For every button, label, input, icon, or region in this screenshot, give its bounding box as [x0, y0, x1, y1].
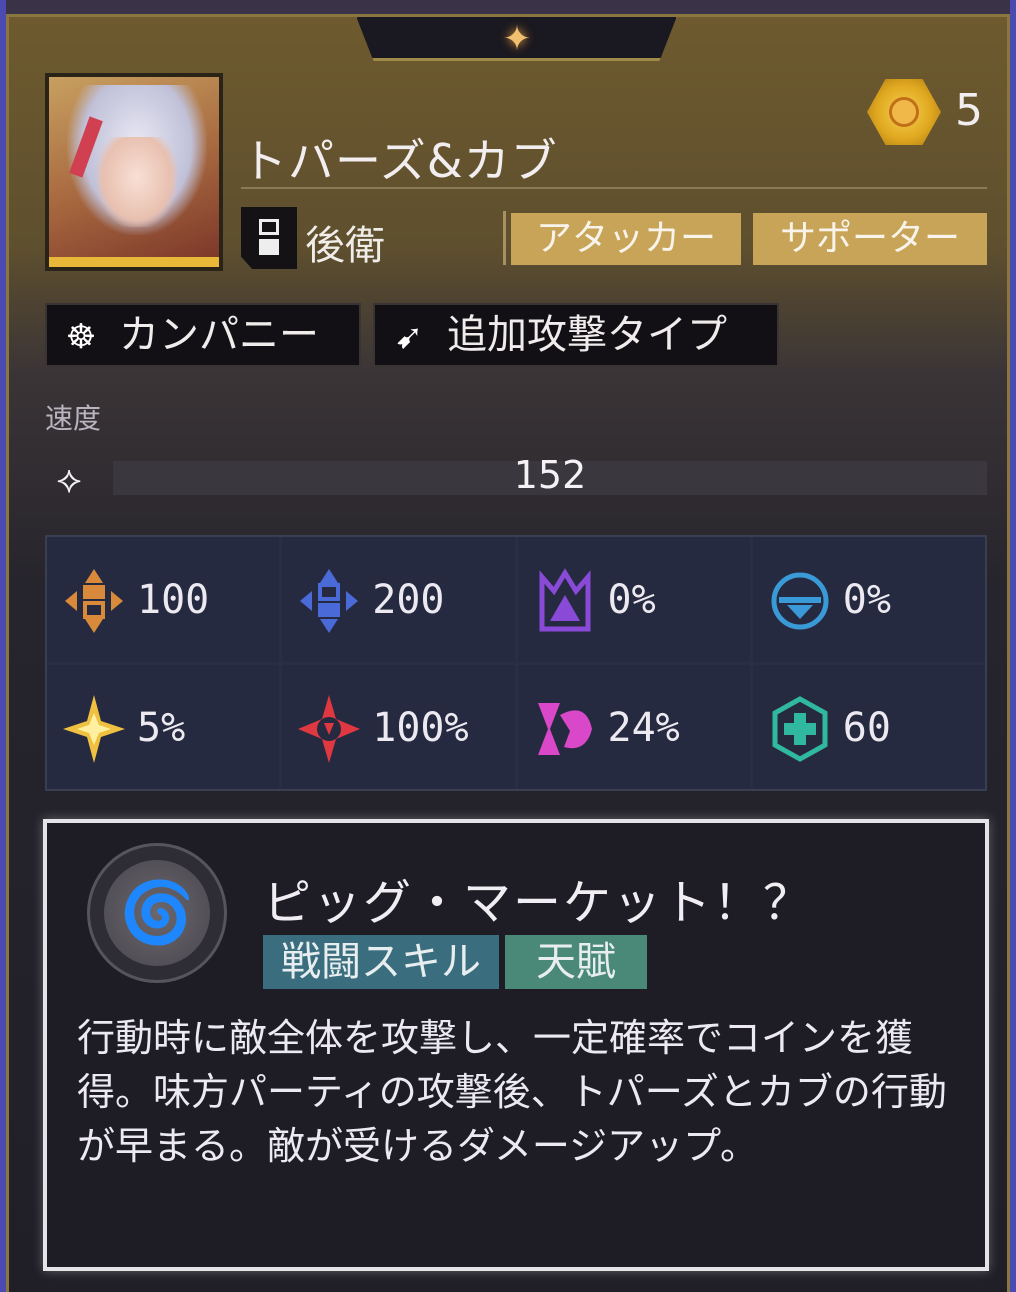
heal-icon	[772, 695, 828, 762]
skill-name: ピッグ・マーケット！？	[263, 875, 814, 931]
stats-grid: 100 200 0% 0% 5% 100% 24% 60	[45, 535, 987, 791]
trait-label: カンパニー	[119, 312, 319, 358]
role-tag-supporter: サポーター	[753, 213, 987, 265]
skill-tag-battle: 戦闘スキル	[263, 935, 499, 989]
skill-icon-ring[interactable]: 🌀	[87, 843, 227, 983]
character-name: トパーズ&カブ	[241, 134, 558, 188]
position-label: 後衛	[305, 223, 385, 269]
stat-effect-res: 0%	[752, 537, 985, 662]
skill-description: 行動時に敵全体を攻撃し、一定確率でコインを獲得。味方パーティの攻撃後、トパーズと…	[77, 1016, 947, 1168]
rarity-bar	[49, 257, 219, 267]
company-icon: ☸	[65, 317, 97, 357]
stat-crit-dmg: 100%	[282, 664, 515, 789]
role-tag-attacker: アタッカー	[511, 213, 741, 265]
divider	[503, 211, 506, 265]
stat-heal: 60	[752, 664, 985, 789]
stat-crit-rate: 5%	[47, 664, 280, 789]
stat-value: 5%	[137, 704, 186, 751]
stat-value: 100	[137, 577, 210, 623]
follow-up-attack-icon: ➹	[394, 317, 424, 357]
trait-tag-company[interactable]: ☸ カンパニー	[45, 303, 361, 367]
skill-tag-talent: 天賦	[505, 935, 647, 989]
effect-hit-icon	[539, 568, 590, 632]
rarity-gem-core	[889, 97, 919, 127]
divider	[241, 187, 987, 189]
character-card: ✦ トパーズ&カブ 5 後衛 アタッカー サポーター ☸ カンパニー ➹ 追加攻…	[6, 14, 1010, 1292]
speed-value: 152	[513, 453, 587, 497]
trait-label: 追加攻撃タイプ	[447, 312, 727, 358]
stat-value: 60	[842, 704, 891, 751]
stat-value: 100%	[372, 704, 469, 751]
stat-def: 200	[282, 537, 515, 662]
character-portrait[interactable]	[45, 73, 223, 271]
def-icon	[300, 569, 359, 633]
atk-icon	[65, 569, 123, 633]
crit-rate-icon	[63, 694, 125, 763]
stat-value: 200	[372, 577, 445, 623]
speed-label: 速度	[45, 402, 102, 435]
stat-atk: 100	[47, 537, 280, 662]
skill-panel: 🌀 ピッグ・マーケット！？ 戦闘スキル 天賦 行動時に敵全体を攻撃し、一定確率で…	[43, 819, 989, 1271]
stat-value: 24%	[607, 704, 680, 751]
stat-value: 0%	[607, 577, 656, 623]
position-icon	[241, 207, 297, 269]
skill-swirl-icon: 🌀	[104, 860, 210, 966]
speed-boot-icon: ⟡	[56, 457, 82, 501]
rarity-gem-icon	[867, 79, 941, 145]
portrait-face	[97, 137, 177, 227]
break-effect-icon	[537, 702, 592, 755]
star-icon: ✦	[502, 19, 532, 59]
crit-dmg-icon	[298, 694, 361, 763]
rarity-count: 5	[955, 85, 983, 136]
effect-res-icon	[771, 572, 829, 630]
stat-break-effect: 24%	[517, 664, 750, 789]
stat-value: 0%	[842, 577, 891, 623]
stat-effect-hit: 0%	[517, 537, 750, 662]
trait-tag-follow-up[interactable]: ➹ 追加攻撃タイプ	[373, 303, 779, 367]
